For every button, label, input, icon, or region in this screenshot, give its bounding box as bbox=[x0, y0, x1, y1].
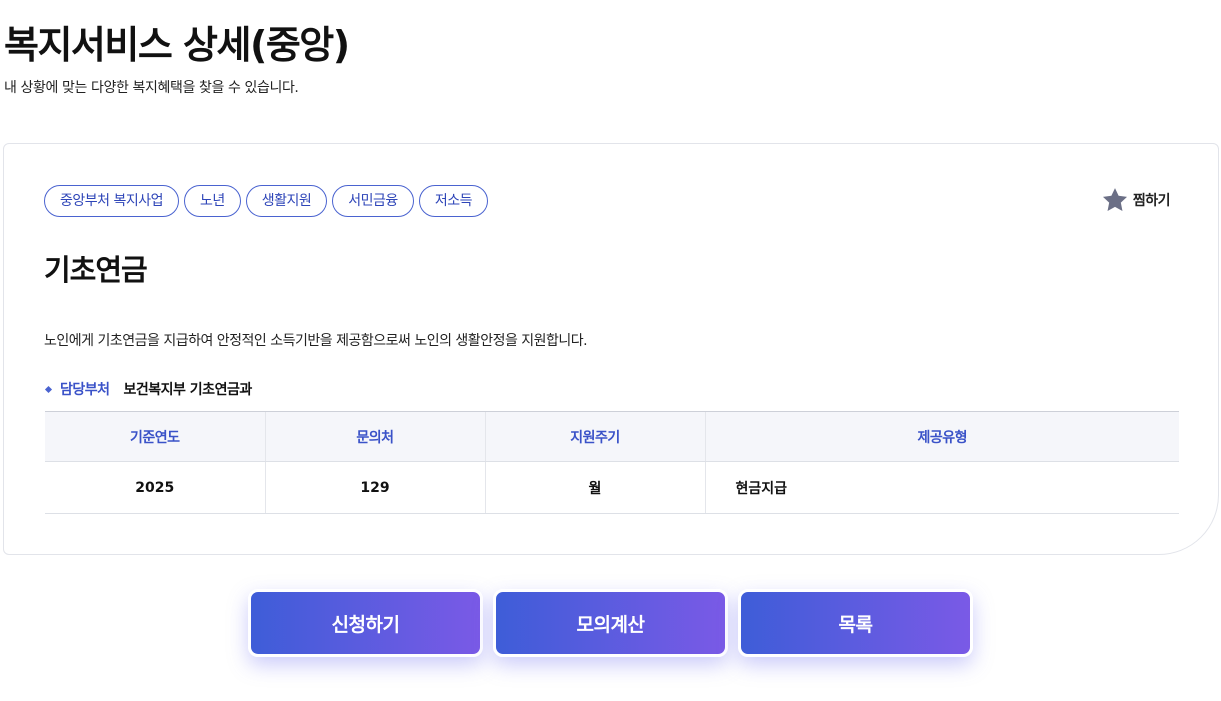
tag-central-ministry[interactable]: 중앙부처 복지사업 bbox=[44, 185, 179, 217]
service-detail-card: 중앙부처 복지사업 노년 생활지원 서민금융 저소득 찜하기 기초연금 노인에게… bbox=[3, 143, 1219, 555]
department-row: 담당부처 보건복지부 기초연금과 bbox=[44, 379, 252, 399]
cell-support-cycle: 월 bbox=[484, 461, 705, 514]
header-base-year: 기준연도 bbox=[45, 411, 265, 462]
table-row: 2025 129 월 현금지급 bbox=[45, 461, 1179, 514]
header-support-cycle: 지원주기 bbox=[484, 411, 705, 462]
tag-low-income-finance[interactable]: 서민금융 bbox=[332, 185, 414, 217]
list-button[interactable]: 목록 bbox=[738, 589, 973, 657]
cell-base-year: 2025 bbox=[45, 461, 265, 514]
cell-provision-type: 현금지급 bbox=[704, 461, 1179, 514]
apply-button[interactable]: 신청하기 bbox=[248, 589, 483, 657]
service-info-table: 기준연도 문의처 지원주기 제공유형 2025 129 월 현금지급 bbox=[45, 411, 1179, 514]
action-buttons: 신청하기 모의계산 목록 bbox=[248, 589, 973, 657]
department-label: 담당부처 bbox=[60, 382, 110, 398]
service-description: 노인에게 기초연금을 지급하여 안정적인 소득기반을 제공함으로써 노인의 생활… bbox=[44, 333, 588, 349]
favorite-button[interactable]: 찜하기 bbox=[1101, 186, 1171, 214]
tag-living-support[interactable]: 생활지원 bbox=[245, 185, 328, 217]
tag-list: 중앙부처 복지사업 노년 생활지원 서민금융 저소득 bbox=[44, 185, 488, 217]
page-title: 복지서비스 상세(중앙) bbox=[4, 23, 350, 67]
favorite-label: 찜하기 bbox=[1132, 193, 1171, 209]
tag-low-income[interactable]: 저소득 bbox=[418, 185, 488, 217]
simulate-button[interactable]: 모의계산 bbox=[493, 589, 728, 657]
department-value: 보건복지부 기초연금과 bbox=[123, 382, 253, 398]
header-contact: 문의처 bbox=[264, 411, 485, 462]
cell-contact: 129 bbox=[264, 461, 485, 514]
diamond-bullet-icon bbox=[44, 385, 53, 393]
service-title: 기초연금 bbox=[44, 253, 148, 287]
page-subtitle: 내 상황에 맞는 다양한 복지혜택을 찾을 수 있습니다. bbox=[4, 80, 299, 96]
star-icon bbox=[1101, 186, 1129, 214]
tag-elderly[interactable]: 노년 bbox=[184, 185, 241, 217]
header-provision-type: 제공유형 bbox=[704, 411, 1179, 462]
table-header-row: 기준연도 문의처 지원주기 제공유형 bbox=[45, 411, 1179, 462]
